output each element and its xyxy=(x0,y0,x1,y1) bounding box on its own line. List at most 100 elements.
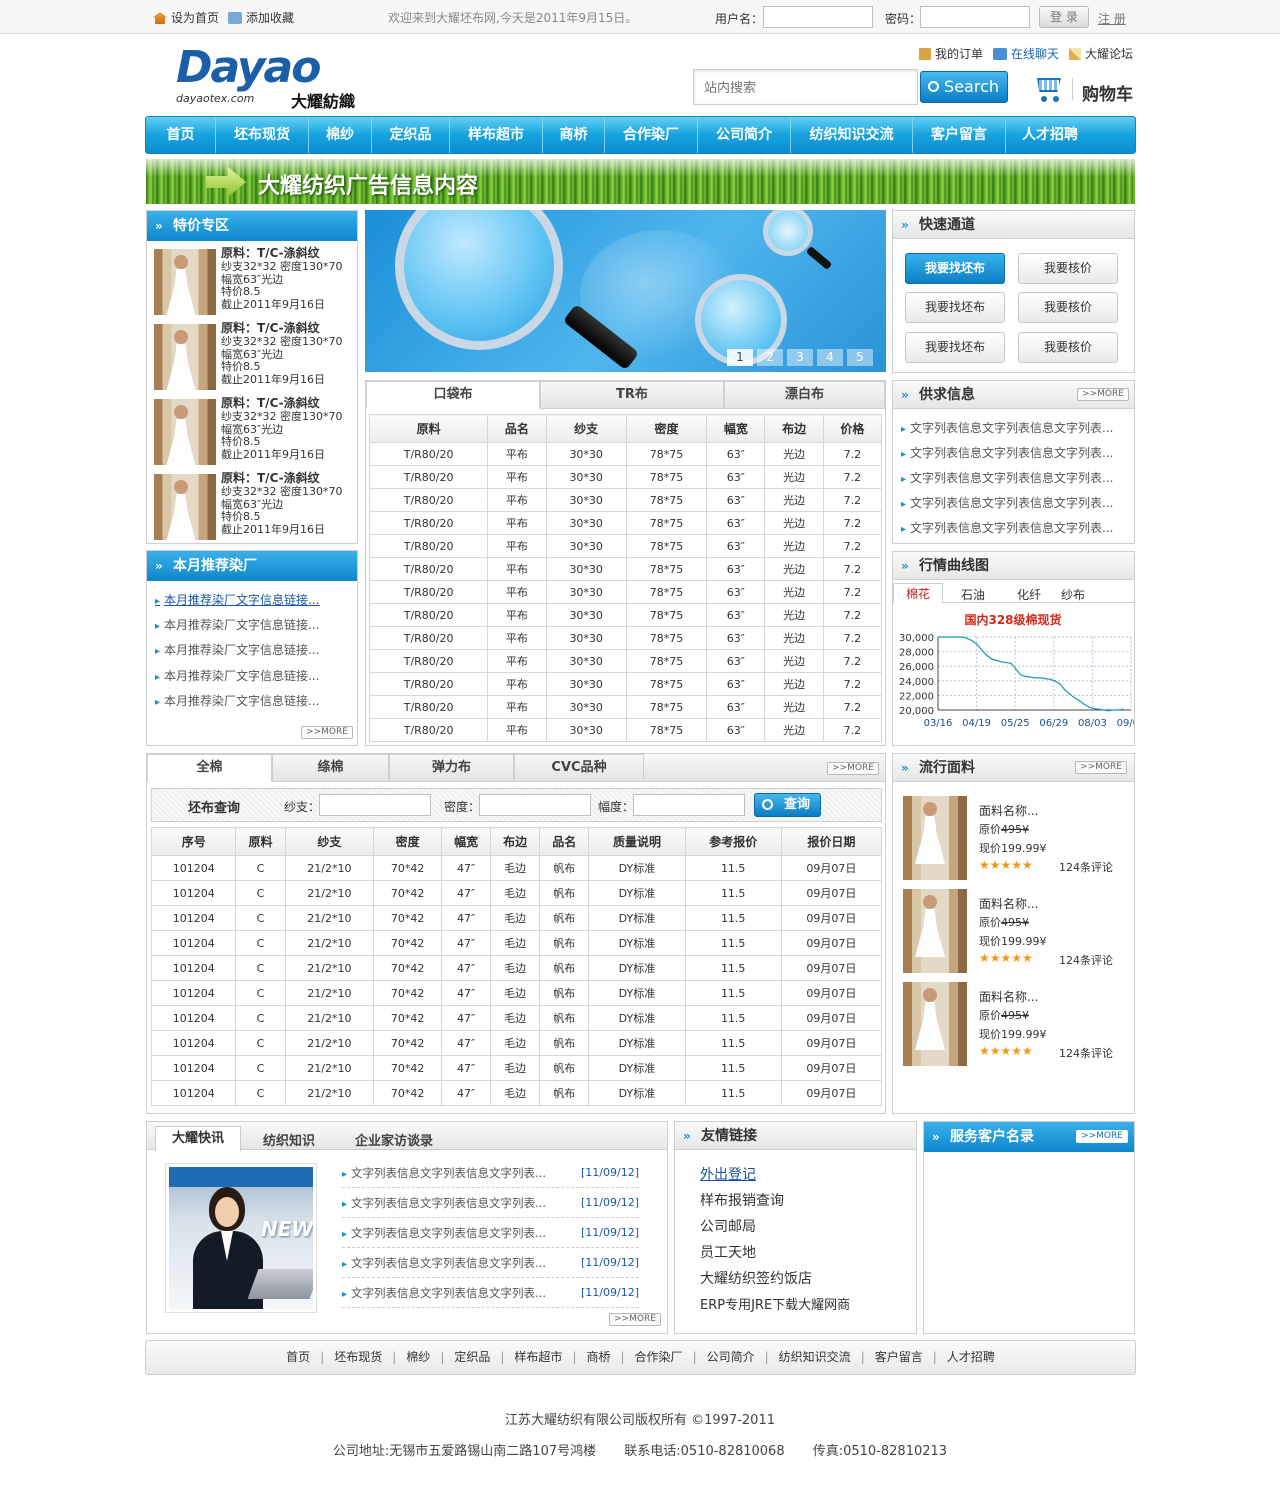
check-price-button[interactable]: 我要核价 xyxy=(1018,332,1118,363)
review-count[interactable]: 124条评论 xyxy=(1059,1045,1113,1061)
tab-tr-cloth[interactable]: TR布 xyxy=(540,381,724,409)
nav-company-intro[interactable]: 公司简介 xyxy=(698,117,791,153)
search-button[interactable]: Search xyxy=(920,71,1008,103)
link-item[interactable]: 员工天地 xyxy=(700,1242,756,1262)
tab-all-cotton[interactable]: 全棉 xyxy=(147,754,272,782)
supply-item[interactable]: 文字列表信息文字列表信息文字列表... xyxy=(901,469,1113,486)
supply-item[interactable]: 文字列表信息文字列表信息文字列表... xyxy=(901,444,1113,461)
find-greige-button[interactable]: 我要找坯布 xyxy=(905,332,1005,363)
dyer-link[interactable]: 本月推荐染厂文字信息链接... xyxy=(155,591,319,608)
special-item[interactable]: 原料：T/C-涤斜纹 纱支32*32 密度130*70 幅宽63″光边 特价8.5 截止… xyxy=(152,397,352,467)
footer-nav-link[interactable]: 公司简介 xyxy=(707,1350,755,1364)
query-button[interactable]: 查询 xyxy=(754,793,821,817)
review-count[interactable]: 124条评论 xyxy=(1059,859,1113,875)
cart-icon[interactable] xyxy=(1035,74,1065,104)
density-input[interactable] xyxy=(479,794,591,816)
footer-nav-link[interactable]: 人才招聘 xyxy=(947,1350,995,1364)
forum-link[interactable]: 大耀论坛 xyxy=(1069,45,1133,62)
nav-sample-market[interactable]: 样布超市 xyxy=(450,117,543,153)
popular-more-button[interactable]: >>MORE xyxy=(1075,761,1127,774)
special-item[interactable]: 原料：T/C-涤斜纹 纱支32*32 密度130*70 幅宽63″光边 特价8.5 截止… xyxy=(152,247,352,317)
footer-nav-link[interactable]: 样布超市 xyxy=(514,1350,562,1364)
tab-dayao-news[interactable]: 大耀快讯 xyxy=(155,1126,241,1151)
slider-page[interactable]: 5 xyxy=(847,349,873,366)
nav-customer-message[interactable]: 客户留言 xyxy=(913,117,1006,153)
set-home-link[interactable]: 设为首页 xyxy=(153,9,219,26)
news-item[interactable]: 文字列表信息文字列表信息文字列表... [11/09/12] xyxy=(342,1282,639,1308)
login-button[interactable]: 登 录 xyxy=(1039,6,1089,28)
slider-page[interactable]: 2 xyxy=(757,349,783,366)
popular-item[interactable]: 面料名称... 原价495¥ 现价199.99¥ ★★★★★ 124条评论 xyxy=(901,794,1113,882)
news-item[interactable]: 文字列表信息文字列表信息文字列表... [11/09/12] xyxy=(342,1192,639,1218)
footer-nav-link[interactable]: 首页 xyxy=(286,1350,310,1364)
find-greige-button[interactable]: 我要找坯布 xyxy=(905,253,1005,284)
review-count[interactable]: 124条评论 xyxy=(1059,952,1113,968)
ad-banner[interactable]: 大耀纺织广告信息内容 xyxy=(146,159,1135,204)
link-item[interactable]: ERP专用JRE下载大耀网商 xyxy=(700,1294,850,1313)
nav-cotton-yarn[interactable]: 棉纱 xyxy=(309,117,372,153)
popular-item[interactable]: 面料名称... 原价495¥ 现价199.99¥ ★★★★★ 124条评论 xyxy=(901,980,1113,1068)
promo-slider[interactable]: 1 2 3 4 5 xyxy=(365,210,886,372)
link-item[interactable]: 样布报销查询 xyxy=(700,1190,784,1210)
link-item[interactable]: 外出登记 xyxy=(700,1164,756,1184)
find-greige-button[interactable]: 我要找坯布 xyxy=(905,292,1005,323)
search-input[interactable] xyxy=(696,72,914,102)
special-item[interactable]: 原料：T/C-涤斜纹 纱支32*32 密度130*70 幅宽63″光边 特价8.5 截止… xyxy=(152,472,352,542)
dyer-link[interactable]: 本月推荐染厂文字信息链接... xyxy=(155,692,319,709)
tab-cotton[interactable]: 棉花 xyxy=(893,583,943,603)
tab-oil[interactable]: 石油 xyxy=(961,586,985,603)
add-favorite-link[interactable]: 添加收藏 xyxy=(228,9,294,26)
footer-nav-link[interactable]: 坯布现货 xyxy=(334,1350,382,1364)
greige-more-button[interactable]: >>MORE xyxy=(827,762,879,775)
register-link[interactable]: 注 册 xyxy=(1098,10,1126,27)
tab-cvc[interactable]: CVC品种 xyxy=(514,754,644,782)
nav-partner-dyers[interactable]: 合作染厂 xyxy=(605,117,698,153)
footer-nav-link[interactable]: 商桥 xyxy=(586,1350,610,1364)
check-price-button[interactable]: 我要核价 xyxy=(1018,253,1118,284)
supply-item[interactable]: 文字列表信息文字列表信息文字列表... xyxy=(901,494,1113,511)
username-input[interactable] xyxy=(763,6,873,28)
tab-bleached-cloth[interactable]: 漂白布 xyxy=(724,381,885,409)
my-orders-link[interactable]: 我的订单 xyxy=(919,45,983,62)
tab-fiber[interactable]: 化纤 xyxy=(1017,586,1041,603)
tab-polycotton[interactable]: 绦棉 xyxy=(272,754,389,782)
count-input[interactable] xyxy=(319,794,431,816)
tab-interviews[interactable]: 企业家访谈录 xyxy=(355,1130,433,1149)
logo[interactable]: Dayao dayaotex.com 大耀紡織 xyxy=(176,44,376,112)
news-photo[interactable]: NEW xyxy=(165,1163,317,1313)
footer-nav-link[interactable]: 客户留言 xyxy=(875,1350,923,1364)
nav-custom-woven[interactable]: 定织品 xyxy=(372,117,450,153)
nav-business-bridge[interactable]: 商桥 xyxy=(543,117,605,153)
news-item[interactable]: 文字列表信息文字列表信息文字列表... [11/09/12] xyxy=(342,1222,639,1248)
check-price-button[interactable]: 我要核价 xyxy=(1018,292,1118,323)
link-item[interactable]: 公司邮局 xyxy=(700,1216,756,1236)
online-chat-link[interactable]: 在线聊天 xyxy=(993,45,1059,62)
supply-item[interactable]: 文字列表信息文字列表信息文字列表... xyxy=(901,419,1113,436)
nav-textile-knowledge[interactable]: 纺织知识交流 xyxy=(791,117,913,153)
footer-nav-link[interactable]: 棉纱 xyxy=(406,1350,430,1364)
news-item[interactable]: 文字列表信息文字列表信息文字列表... [11/09/12] xyxy=(342,1252,639,1278)
clients-more-button[interactable]: >>MORE xyxy=(1076,1130,1128,1143)
cart-link[interactable]: 购物车 xyxy=(1082,80,1133,105)
footer-nav-link[interactable]: 定织品 xyxy=(454,1350,490,1364)
slider-page[interactable]: 1 xyxy=(727,349,753,366)
tab-pocket-cloth[interactable]: 口袋布 xyxy=(366,381,540,409)
password-input[interactable] xyxy=(920,6,1030,28)
dyers-more-button[interactable]: >>MORE xyxy=(301,726,353,739)
width-input[interactable] xyxy=(633,794,745,816)
dyer-link[interactable]: 本月推荐染厂文字信息链接... xyxy=(155,641,319,658)
footer-nav-link[interactable]: 合作染厂 xyxy=(635,1350,683,1364)
popular-item[interactable]: 面料名称... 原价495¥ 现价199.99¥ ★★★★★ 124条评论 xyxy=(901,887,1113,975)
link-item[interactable]: 大耀纺织签约饭店 xyxy=(700,1268,812,1288)
news-more-button[interactable]: >>MORE xyxy=(609,1313,661,1326)
slider-page[interactable]: 3 xyxy=(787,349,813,366)
news-item[interactable]: 文字列表信息文字列表信息文字列表... [11/09/12] xyxy=(342,1162,639,1188)
special-item[interactable]: 原料：T/C-涤斜纹 纱支32*32 密度130*70 幅宽63″光边 特价8.5 截止… xyxy=(152,322,352,392)
nav-recruitment[interactable]: 人才招聘 xyxy=(1006,117,1094,153)
slider-page[interactable]: 4 xyxy=(817,349,843,366)
supply-item[interactable]: 文字列表信息文字列表信息文字列表... xyxy=(901,519,1113,536)
dyer-link[interactable]: 本月推荐染厂文字信息链接... xyxy=(155,667,319,684)
supply-more-button[interactable]: >>MORE xyxy=(1077,388,1129,401)
tab-yarn-cloth[interactable]: 纱布 xyxy=(1061,586,1085,603)
footer-nav-link[interactable]: 纺织知识交流 xyxy=(779,1350,851,1364)
